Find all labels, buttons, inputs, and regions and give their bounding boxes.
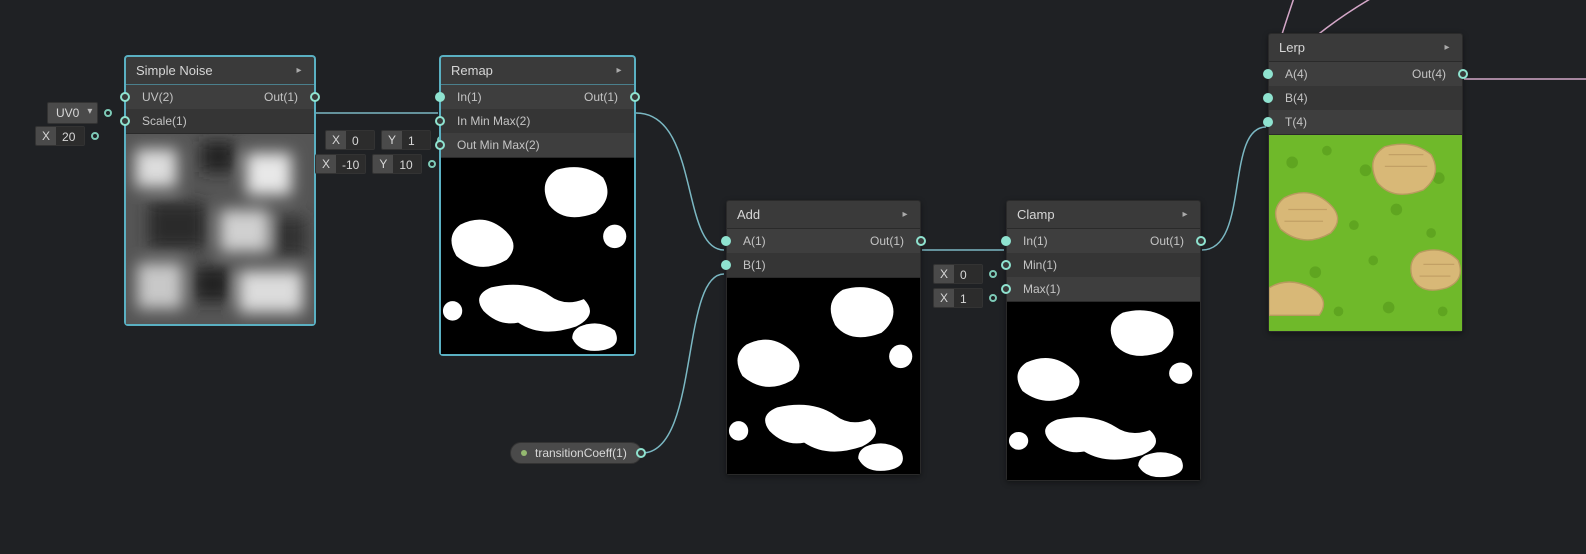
- port-label: Out(1): [870, 234, 920, 248]
- node-header[interactable]: Simple Noise ▸: [126, 57, 314, 85]
- node-header[interactable]: Clamp ▸: [1007, 201, 1200, 229]
- node-preview: [441, 157, 634, 354]
- node-preview: [1007, 301, 1200, 480]
- port-label: A(1): [727, 234, 766, 248]
- node-title: Add: [737, 207, 760, 222]
- node-header[interactable]: Lerp ▸: [1269, 34, 1462, 62]
- node-header[interactable]: Add ▸: [727, 201, 920, 229]
- port-label: B(4): [1269, 91, 1308, 105]
- collapse-icon[interactable]: ▸: [900, 210, 910, 220]
- port-in-b[interactable]: [721, 260, 731, 270]
- port-in-inminmax[interactable]: [435, 116, 445, 126]
- scale-input[interactable]: X 20: [35, 126, 85, 146]
- port-in-t[interactable]: [1263, 117, 1273, 127]
- remap-outminmax-ext: X -10 Y 10: [315, 154, 436, 174]
- port-in[interactable]: [435, 92, 445, 102]
- pill-label: transitionCoeff(1): [535, 446, 627, 460]
- port-out[interactable]: [636, 448, 646, 458]
- clamp-max-ext: X 1: [933, 288, 997, 308]
- port-label: A(4): [1269, 67, 1308, 81]
- port-in-uv[interactable]: [120, 92, 130, 102]
- num-label: Y: [373, 157, 393, 171]
- port-in-a[interactable]: [721, 236, 731, 246]
- connector-dot: [989, 294, 997, 302]
- num-label: Y: [382, 133, 402, 147]
- port-label: In(1): [441, 90, 482, 104]
- port-out[interactable]: [916, 236, 926, 246]
- port-label: In Min Max(2): [441, 114, 530, 128]
- port-label: Out(1): [264, 90, 314, 104]
- port-out[interactable]: [310, 92, 320, 102]
- connector-dot: [428, 160, 436, 168]
- clamp-max-input[interactable]: X 1: [933, 288, 983, 308]
- node-add[interactable]: Add ▸ A(1) Out(1) B(1): [726, 200, 921, 475]
- port-out[interactable]: [630, 92, 640, 102]
- port-in-scale[interactable]: [120, 116, 130, 126]
- port-in-a[interactable]: [1263, 69, 1273, 79]
- collapse-icon[interactable]: ▸: [1442, 43, 1452, 53]
- node-simple-noise[interactable]: Simple Noise ▸ UV(2) Out(1) Scale(1): [125, 56, 315, 325]
- num-label: X: [326, 133, 346, 147]
- node-title: Clamp: [1017, 207, 1055, 222]
- node-preview: [1269, 134, 1462, 331]
- port-out[interactable]: [1458, 69, 1468, 79]
- node-preview: [727, 277, 920, 474]
- port-in-min[interactable]: [1001, 260, 1011, 270]
- connector-dot: [104, 109, 112, 117]
- port-label: T(4): [1269, 115, 1307, 129]
- property-dot-icon: [521, 450, 527, 456]
- node-title: Simple Noise: [136, 63, 213, 78]
- num-value[interactable]: 1: [954, 289, 982, 307]
- clamp-min-ext: X 0: [933, 264, 997, 284]
- num-label: X: [316, 157, 336, 171]
- collapse-icon[interactable]: ▸: [294, 66, 304, 76]
- num-label: X: [934, 267, 954, 281]
- outminmax-x[interactable]: X -10: [315, 154, 366, 174]
- clamp-min-input[interactable]: X 0: [933, 264, 983, 284]
- port-label: B(1): [727, 258, 766, 272]
- connector-dot: [91, 132, 99, 140]
- collapse-icon[interactable]: ▸: [614, 66, 624, 76]
- port-label: Out(1): [584, 90, 634, 104]
- collapse-icon[interactable]: ▸: [1180, 210, 1190, 220]
- simplenoise-uv-ext: UV0: [47, 102, 112, 124]
- port-label: UV(2): [126, 90, 173, 104]
- uv-dropdown[interactable]: UV0: [47, 102, 98, 124]
- port-label: Scale(1): [126, 114, 187, 128]
- simplenoise-scale-ext: X 20: [35, 126, 99, 146]
- num-value[interactable]: -10: [336, 155, 365, 173]
- node-title: Remap: [451, 63, 493, 78]
- num-value[interactable]: 0: [346, 131, 374, 149]
- node-clamp[interactable]: Clamp ▸ In(1) Out(1) Min(1) Max(1): [1006, 200, 1201, 481]
- port-out[interactable]: [1196, 236, 1206, 246]
- port-in-b[interactable]: [1263, 93, 1273, 103]
- num-value[interactable]: 0: [954, 265, 982, 283]
- port-label: In(1): [1007, 234, 1048, 248]
- port-label: Out(4): [1412, 67, 1462, 81]
- connector-dot: [989, 270, 997, 278]
- node-remap[interactable]: Remap ▸ In(1) Out(1) In Min Max(2) Out M…: [440, 56, 635, 355]
- num-label: X: [934, 291, 954, 305]
- port-in-outminmax[interactable]: [435, 140, 445, 150]
- port-label: Max(1): [1007, 282, 1060, 296]
- node-lerp[interactable]: Lerp ▸ A(4) Out(4) B(4) T(4): [1268, 33, 1463, 332]
- port-in[interactable]: [1001, 236, 1011, 246]
- node-transitioncoeff[interactable]: transitionCoeff(1): [510, 442, 642, 464]
- num-value[interactable]: 1: [402, 131, 430, 149]
- port-label: Min(1): [1007, 258, 1057, 272]
- port-label: Out(1): [1150, 234, 1200, 248]
- port-in-max[interactable]: [1001, 284, 1011, 294]
- scale-input-value[interactable]: 20: [56, 127, 84, 145]
- node-header[interactable]: Remap ▸: [441, 57, 634, 85]
- node-preview: [126, 133, 314, 324]
- outminmax-y[interactable]: Y 10: [372, 154, 422, 174]
- inminmax-x[interactable]: X 0: [325, 130, 375, 150]
- num-value[interactable]: 10: [393, 155, 421, 173]
- node-title: Lerp: [1279, 40, 1305, 55]
- inminmax-y[interactable]: Y 1: [381, 130, 431, 150]
- scale-input-label: X: [36, 129, 56, 143]
- remap-inminmax-ext: X 0 Y 1: [325, 130, 445, 150]
- port-label: Out Min Max(2): [441, 138, 540, 152]
